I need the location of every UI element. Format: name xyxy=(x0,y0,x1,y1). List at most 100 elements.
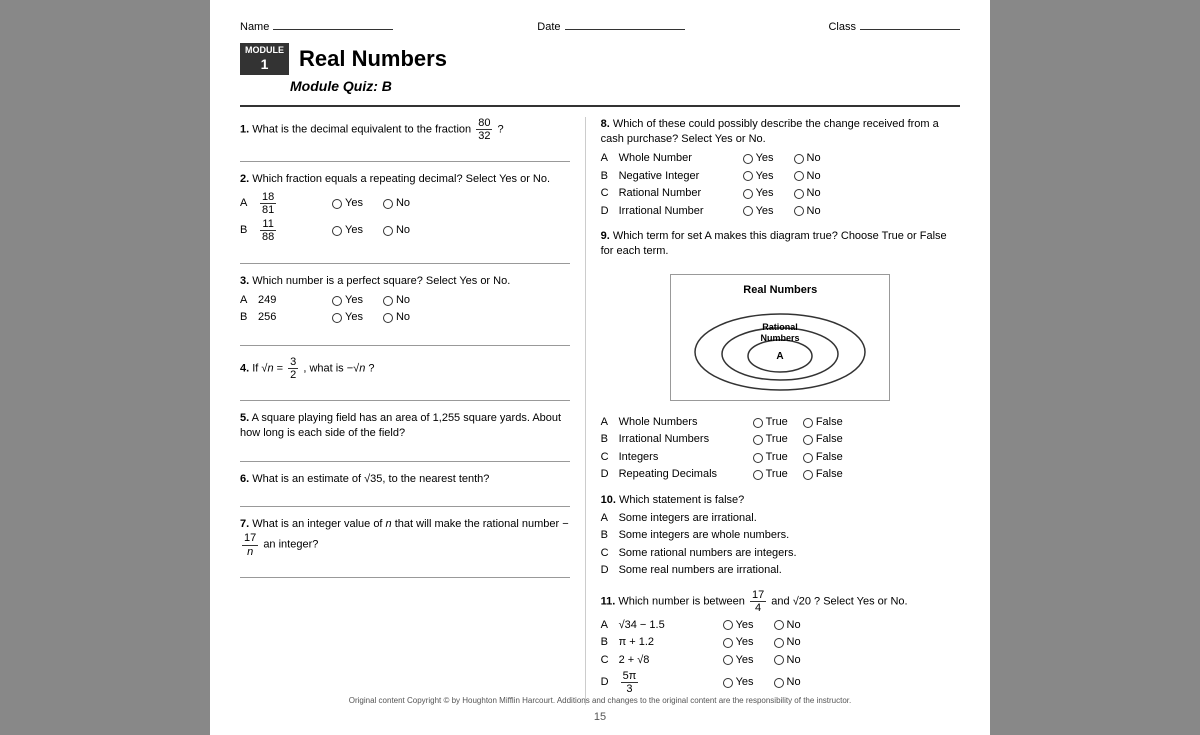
q8b-no[interactable]: No xyxy=(794,169,821,184)
date-underline[interactable] xyxy=(565,29,685,30)
q8d-no[interactable]: No xyxy=(794,204,821,219)
name-underline[interactable] xyxy=(273,29,393,30)
q9c-true[interactable]: True xyxy=(753,450,788,465)
q8c-yes[interactable]: Yes xyxy=(743,186,774,201)
question-5: 5. A square playing field has an area of… xyxy=(240,411,570,462)
question-11: 11. Which number is between 17 4 and √20… xyxy=(601,589,960,696)
title-row: MODULE 1 Real Numbers xyxy=(240,43,960,75)
q10-num: 10. xyxy=(601,494,616,506)
q11c-yes[interactable]: Yes xyxy=(723,653,754,668)
q1-answer-line[interactable] xyxy=(240,148,570,162)
q8-option-a: A Whole Number Yes No xyxy=(601,151,960,166)
q10-text: Which statement is false? xyxy=(619,494,744,506)
question-1: 1. What is the decimal equivalent to the… xyxy=(240,117,570,162)
q4-answer-line[interactable] xyxy=(240,387,570,401)
date-field: Date xyxy=(537,20,684,35)
q6-answer-line[interactable] xyxy=(240,493,570,507)
q1-fraction: 80 32 xyxy=(476,117,492,142)
q3-option-a: A 249 Yes No xyxy=(240,293,570,308)
footer: Original content Copyright © by Houghton… xyxy=(210,695,990,726)
q3b-no[interactable]: No xyxy=(383,310,410,325)
q2-option-b: B 11 88 Yes xyxy=(240,218,570,243)
q11b-yes[interactable]: Yes xyxy=(723,635,754,650)
q2a-yes[interactable]: Yes xyxy=(332,196,363,211)
q9-option-d: D Repeating Decimals True False xyxy=(601,467,960,482)
page-title: Real Numbers xyxy=(299,44,447,75)
question-3: 3. Which number is a perfect square? Sel… xyxy=(240,274,570,346)
module-label: MODULE xyxy=(245,45,284,56)
q8b-yes[interactable]: Yes xyxy=(743,169,774,184)
class-underline[interactable] xyxy=(860,29,960,30)
q2b-no[interactable]: No xyxy=(383,223,410,238)
q2-divider xyxy=(240,250,570,264)
q8-num: 8. xyxy=(601,118,610,130)
q4-text-a: If √n = xyxy=(252,362,286,374)
q3b-yes[interactable]: Yes xyxy=(332,310,363,325)
q9d-false[interactable]: False xyxy=(803,467,843,482)
q7-answer-line[interactable] xyxy=(240,564,570,578)
q11a-no[interactable]: No xyxy=(774,618,801,633)
q3-divider xyxy=(240,332,570,346)
q11b-no[interactable]: No xyxy=(774,635,801,650)
q1-num: 1. xyxy=(240,123,249,135)
q11d-no[interactable]: No xyxy=(774,675,801,690)
q9-option-c: C Integers True False xyxy=(601,450,960,465)
q9d-true[interactable]: True xyxy=(753,467,788,482)
question-6: 6. What is an estimate of √35, to the ne… xyxy=(240,472,570,507)
name-label: Name xyxy=(240,20,269,35)
subtitle: Module Quiz: B xyxy=(290,77,960,97)
q6-num: 6. xyxy=(240,473,249,485)
date-label: Date xyxy=(537,20,560,35)
q9b-true[interactable]: True xyxy=(753,432,788,447)
name-field: Name xyxy=(240,20,393,35)
q11d-yes[interactable]: Yes xyxy=(723,675,754,690)
q8d-yes[interactable]: Yes xyxy=(743,204,774,219)
question-8: 8. Which of these could possibly describ… xyxy=(601,117,960,219)
q7-fraction: 17 n xyxy=(242,532,258,557)
right-column: 8. Which of these could possibly describ… xyxy=(586,117,960,706)
q9-num: 9. xyxy=(601,230,610,242)
svg-text:Rational: Rational xyxy=(763,322,799,332)
q11-option-c: C 2 + √8 Yes No xyxy=(601,653,960,668)
q2-option-a: A 18 81 Yes xyxy=(240,191,570,216)
q8a-no[interactable]: No xyxy=(794,151,821,166)
q5-answer-line[interactable] xyxy=(240,448,570,462)
q7-text-b: an integer? xyxy=(263,539,318,551)
q5-num: 5. xyxy=(240,412,249,424)
question-2: 2. Which fraction equals a repeating dec… xyxy=(240,172,570,264)
q10-option-c: C Some rational numbers are integers. xyxy=(601,546,960,561)
q11c-no[interactable]: No xyxy=(774,653,801,668)
question-4: 4. If √n = 3 2 , what is −√n ? xyxy=(240,356,570,401)
q7-num: 7. xyxy=(240,518,249,530)
page-number: 15 xyxy=(210,710,990,725)
q6-text: What is an estimate of √35, to the neare… xyxy=(252,473,489,485)
class-label: Class xyxy=(828,20,856,35)
q2b-yes[interactable]: Yes xyxy=(332,223,363,238)
q7-text-a: What is an integer value of n that will … xyxy=(252,518,568,530)
q9-text: Which term for set A makes this diagram … xyxy=(601,230,947,257)
module-box: MODULE 1 xyxy=(240,43,289,75)
q11a-yes[interactable]: Yes xyxy=(723,618,754,633)
svg-text:Numbers: Numbers xyxy=(761,333,800,343)
worksheet-page: Name Date Class MODULE 1 Real Numbers Mo… xyxy=(210,0,990,735)
question-10: 10. Which statement is false? A Some int… xyxy=(601,493,960,579)
q3a-yes[interactable]: Yes xyxy=(332,293,363,308)
q9c-false[interactable]: False xyxy=(803,450,843,465)
q11-text-a: Which number is between xyxy=(618,595,748,607)
q9a-true[interactable]: True xyxy=(753,415,788,430)
venn-title: Real Numbers xyxy=(679,283,881,298)
q5-text: A square playing field has an area of 1,… xyxy=(240,412,561,439)
title-divider xyxy=(240,105,960,107)
q8-option-b: B Negative Integer Yes No xyxy=(601,169,960,184)
q8c-no[interactable]: No xyxy=(794,186,821,201)
class-field: Class xyxy=(828,20,960,35)
q3a-no[interactable]: No xyxy=(383,293,410,308)
q8-option-c: C Rational Number Yes No xyxy=(601,186,960,201)
venn-diagram: Real Numbers Rational Numbers A xyxy=(670,274,890,401)
q8a-yes[interactable]: Yes xyxy=(743,151,774,166)
q2a-no[interactable]: No xyxy=(383,196,410,211)
q9b-false[interactable]: False xyxy=(803,432,843,447)
q11-option-d: D 5π 3 Yes No xyxy=(601,670,960,695)
q4-num: 4. xyxy=(240,362,249,374)
q9a-false[interactable]: False xyxy=(803,415,843,430)
